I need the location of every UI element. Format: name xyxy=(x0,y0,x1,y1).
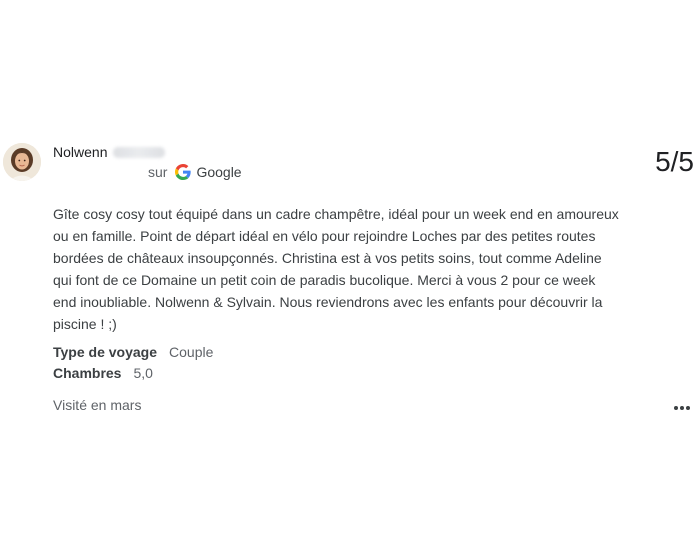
review-card: Nolwenn sur Google 5/5 Gîte cosy cosy to… xyxy=(0,0,700,550)
source-name[interactable]: Google xyxy=(196,164,241,180)
reviewer-name[interactable]: Nolwenn xyxy=(53,143,166,161)
person-avatar-photo xyxy=(3,143,41,181)
attribute-label: Chambres xyxy=(53,365,122,381)
attribute-value: 5,0 xyxy=(133,365,153,381)
review-text: Gîte cosy cosy tout équipé dans un cadre… xyxy=(53,206,619,332)
google-g-icon xyxy=(175,164,192,180)
attribute-value: Couple xyxy=(169,344,214,360)
attribute-label: Type de voyage xyxy=(53,344,158,360)
visit-date: Visité en mars xyxy=(53,397,142,413)
review-rating: 5/5 xyxy=(655,146,694,177)
more-horizontal-icon xyxy=(674,406,690,410)
attribute-row-trip-type: Type de voyage Couple xyxy=(53,342,213,362)
reviewer-last-name-redacted xyxy=(113,146,166,158)
reviewer-first-name[interactable]: Nolwenn xyxy=(53,144,107,160)
source-prefix: sur xyxy=(148,164,168,180)
review-source: sur Google xyxy=(148,162,242,182)
attribute-row-rooms: Chambres 5,0 xyxy=(53,363,153,383)
reviewer-avatar[interactable] xyxy=(3,143,41,181)
more-options-button[interactable] xyxy=(670,398,694,418)
